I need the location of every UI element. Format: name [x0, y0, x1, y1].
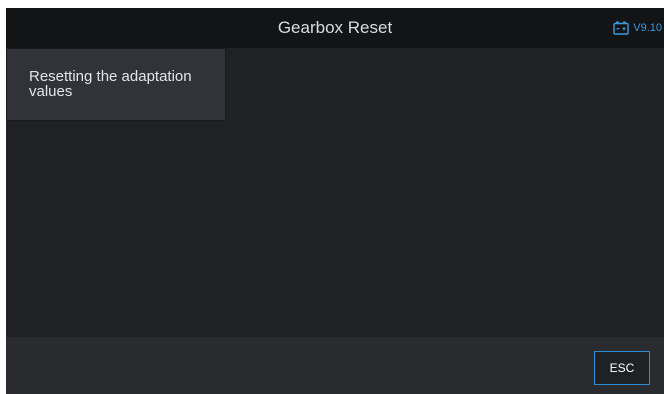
title-bar: Gearbox Reset V9.10 — [6, 8, 664, 48]
battery-icon — [613, 21, 629, 35]
page-title: Gearbox Reset — [277, 18, 393, 37]
version-label: V9.10 — [633, 22, 662, 34]
esc-button[interactable]: ESC — [594, 351, 650, 385]
bottom-bar: ESC — [6, 337, 664, 394]
menu-item-reset-adaptation[interactable]: Resetting the adaptation values — [6, 48, 226, 121]
status-area: V9.10 — [613, 8, 662, 48]
app-screen: Gearbox Reset V9.10 Resetting the adapta… — [6, 8, 664, 394]
